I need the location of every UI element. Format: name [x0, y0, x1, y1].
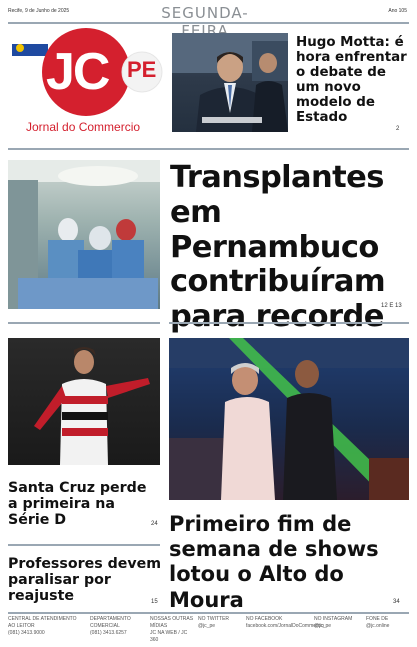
shows-story-photo[interactable] [169, 338, 409, 500]
newspaper-logo[interactable]: JC PE Jornal do Commercio [8, 28, 166, 138]
top-story-page: 2 [396, 126, 400, 132]
footer-commercial: DEPARTAMENTO COMERCIAL (081) 3413.6257 [90, 616, 131, 636]
footer-phone[interactable]: FONE DE @jc.online [366, 616, 410, 630]
footer-reader-service: CENTRAL DE ATENDIMENTO AO LEITOR (081) 3… [8, 616, 77, 636]
section-divider-3 [8, 544, 160, 546]
footer-divider [8, 612, 409, 614]
shows-story-image [169, 338, 409, 500]
teachers-story-headline[interactable]: Professores devem paralisar por reajuste [8, 556, 163, 605]
newspaper-name: Jornal do Commercio [26, 120, 141, 134]
section-divider-2b [169, 322, 409, 324]
main-story-image [8, 160, 160, 309]
shows-story-headline[interactable]: Primeiro fim de semana de shows lotou o … [169, 512, 409, 613]
sport-story-page: 24 [151, 521, 158, 527]
sport-story-photo[interactable] [8, 338, 160, 465]
section-divider-2a [8, 322, 160, 324]
footer-other-media: NOSSAS OUTRAS MÍDIAS JC NA WEB / JC 360 [150, 616, 194, 643]
logo-suffix: PE [127, 57, 157, 82]
main-story-page: 12 E 13 [381, 303, 402, 309]
teachers-story-page: 15 [151, 599, 158, 605]
section-divider-1 [8, 148, 409, 150]
masthead-edition: Ano 105 [388, 8, 407, 14]
masthead-date: Recife, 9 de Junho de 2025 [8, 8, 70, 14]
top-divider [8, 22, 409, 24]
logo-letters: JC [46, 43, 111, 101]
top-story-headline[interactable]: Hugo Motta: é hora enfrentar o debate de… [296, 35, 411, 125]
shows-story-page: 34 [393, 599, 400, 605]
footer-instagram[interactable]: NO INSTAGRAM @jc_pe [314, 616, 364, 630]
footer-twitter[interactable]: NO TWITTER @jc_pe [198, 616, 242, 630]
top-story-image [172, 33, 288, 132]
top-story-photo[interactable] [172, 33, 288, 132]
footer-facebook[interactable]: NO FACEBOOK facebook.com/JornalDoCommerc… [246, 616, 324, 630]
main-story-photo[interactable] [8, 160, 160, 309]
sport-story-headline[interactable]: Santa Cruz perde a primeira na Série D [8, 480, 160, 529]
sport-story-image [34, 347, 150, 465]
